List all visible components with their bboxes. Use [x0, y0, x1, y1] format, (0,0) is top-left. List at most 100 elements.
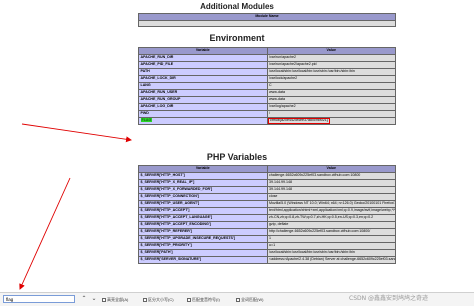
env-row: PWD / — [138, 110, 396, 118]
php-row: $_SERVER['PATH']/usr/local/sbin:/usr/loc… — [138, 249, 396, 257]
env-row: LANG C — [138, 82, 396, 90]
env-variable-name: APACHE_RUN_USER — [138, 89, 268, 97]
environment-heading: Environment — [209, 33, 265, 43]
php-variable-name: $_SERVER['HTTP_REFERER'] — [138, 228, 268, 236]
highlight-all-option[interactable]: 高亮全部(A) — [102, 297, 128, 303]
env-variable-name: APACHE_LOG_DIR — [138, 103, 268, 111]
php-row: $_SERVER['SERVER_SIGNATURE'] <address>Apa… — [138, 256, 396, 264]
php-row: $_SERVER['HTTP_ACCEPT'] text/html,applica… — [138, 207, 396, 215]
php-variable-value: /usr/local/sbin:/usr/local/bin:/usr/sbin… — [266, 249, 396, 257]
php-variable-value: zh-CN,zh;q=0.8,zh-TW;q=0.7,zh-HK;q=0.5,e… — [266, 214, 396, 222]
php-variable-name: $_SERVER['HTTP_USER_AGENT'] — [138, 200, 268, 208]
php-variable-name: $_SERVER['HTTP_ACCEPT_ENCODING'] — [138, 221, 268, 229]
php-row: $_SERVER['HTTP_CONNECTION'] close — [138, 193, 396, 201]
whole-words-option[interactable]: 全词匹配(W) — [236, 297, 263, 303]
env-variable-name: PATH — [138, 68, 268, 76]
highlight-all-label: 高亮全部(A) — [107, 297, 129, 302]
php-value-header: Value — [266, 165, 396, 173]
env-row: APACHE_PID_FILE/var/run/apache2/apache2.… — [138, 61, 396, 69]
env-variable-name: FLAG — [138, 117, 268, 125]
php-row: $_SERVER['HTTP_UPGRADE_INSECURE_REQUESTS… — [138, 235, 396, 243]
env-row: FLAG ctfhub{a20e4425f4ee37a80c96f021} — [138, 117, 396, 125]
env-variable-value: /var/log/apache2 — [266, 103, 396, 111]
match-case-option[interactable]: 区分大小写(C) — [143, 297, 174, 303]
match-case-checkbox[interactable] — [143, 298, 147, 302]
env-variable-value: / — [266, 110, 396, 118]
env-variable-header: Variable — [138, 47, 268, 55]
env-row: APACHE_LOG_DIR/var/log/apache2 — [138, 103, 396, 111]
arrow-to-flag — [21, 123, 132, 143]
env-variable-name: APACHE_RUN_DIR — [138, 54, 268, 62]
php-variable-header: Variable — [138, 165, 268, 173]
environment-table: Variable Value APACHE_RUN_DIR/var/run/ap… — [138, 47, 396, 125]
match-case-label: 区分大小写(C) — [148, 297, 174, 302]
php-variable-value: gzip, deflate — [266, 221, 396, 229]
php-variable-name: $_SERVER['HTTP_CONNECTION'] — [138, 193, 268, 201]
module-name-cell — [138, 20, 396, 27]
env-row: APACHE_LOCK_DIR/var/lock/apache2 — [138, 75, 396, 83]
php-variable-value: 1 — [266, 235, 396, 243]
php-variable-name: $_SERVER['HTTP_ACCEPT_LANGUAGE'] — [138, 214, 268, 222]
php-row: $_SERVER['HTTP_ACCEPT_ENCODING'] gzip, de… — [138, 221, 396, 229]
chevron-up-icon[interactable]: ⌃ — [80, 295, 88, 303]
php-variable-value: close — [266, 193, 396, 201]
php-variable-name: $_SERVER['HTTP_HOST'] — [138, 172, 268, 180]
env-value-header: Value — [266, 47, 396, 55]
php-variable-value: 39.144.99.148 — [266, 179, 396, 187]
php-variable-value: 39.144.99.148 — [266, 186, 396, 194]
php-row: $_SERVER['HTTP_ACCEPT_LANGUAGE'] zh-CN,zh… — [138, 214, 396, 222]
env-variable-name: APACHE_PID_FILE — [138, 61, 268, 69]
highlight-all-checkbox[interactable] — [102, 298, 106, 302]
php-variable-name: $_SERVER['HTTP_X_REAL_IP'] — [138, 179, 268, 187]
env-variable-value: C — [266, 82, 396, 90]
env-row: APACHE_RUN_GROUP www-data — [138, 96, 396, 104]
env-variable-name: APACHE_LOCK_DIR — [138, 75, 268, 83]
php-row: $_SERVER['HTTP_USER_AGENT'] Mozilla/5.0 (… — [138, 200, 396, 208]
whole-words-checkbox[interactable] — [236, 298, 240, 302]
env-variable-value: ctfhub{a20e4425f4ee37a80c96f021} — [266, 117, 396, 125]
php-variable-name: $_SERVER['HTTP_ACCEPT'] — [138, 207, 268, 215]
module-name-header: Module Name — [138, 13, 396, 21]
env-row: PATH/usr/local/sbin:/usr/local/bin:/usr/… — [138, 68, 396, 76]
php-variable-value: challenge-6652c609c225ef03.sandbox.ctfhu… — [266, 172, 396, 180]
env-variable-name: LANG — [138, 82, 268, 90]
modules-table: Module Name — [138, 13, 396, 27]
env-variable-value: /usr/local/sbin:/usr/local/bin:/usr/sbin… — [266, 68, 396, 76]
env-row: APACHE_RUN_USER www-data — [138, 89, 396, 97]
watermark: CSDN @鑫鑫安到鸠鸠之奇迹 — [349, 295, 429, 302]
match-diacritics-option[interactable]: 匹配变音符号(I) — [187, 297, 220, 303]
php-variable-value: http://challenge-6652c609c225ef03.sandbo… — [266, 228, 396, 236]
php-row: $_SERVER['HTTP_X_REAL_IP'] 39.144.99.148 — [138, 179, 396, 187]
php-variable-value: Mozilla/5.0 (Windows NT 10.0; Win64; x64… — [266, 200, 396, 208]
match-diacritics-checkbox[interactable] — [187, 298, 191, 302]
php-row: $_SERVER['HTTP_HOST'] challenge-6652c609c… — [138, 172, 396, 180]
php-variable-name: $_SERVER['SERVER_SIGNATURE'] — [138, 256, 268, 264]
whole-words-label: 全词匹配(W) — [241, 297, 264, 302]
php-variable-name: $_SERVER['PATH'] — [138, 249, 268, 257]
php-variable-value: text/html,application/xhtml+xml,applicat… — [266, 207, 396, 215]
flag-value-box: ctfhub{a20e4425f4ee37a80c96f021} — [268, 118, 330, 124]
php-variable-name: $_SERVER['HTTP_X_FORWARDED_FOR'] — [138, 186, 268, 194]
chevron-down-icon[interactable]: ⌄ — [90, 295, 98, 303]
env-variable-name: PWD — [138, 110, 268, 118]
flag-highlight: FLAG — [140, 118, 153, 123]
php-row: $_SERVER['HTTP_PRIORITY'] u=1 — [138, 242, 396, 250]
env-row: APACHE_RUN_DIR/var/run/apache2 — [138, 54, 396, 62]
find-input[interactable]: flag — [3, 295, 75, 303]
env-variable-value: www-data — [266, 96, 396, 104]
env-variable-value: /var/run/apache2/apache2.pid — [266, 61, 396, 69]
php-row: $_SERVER['HTTP_X_FORWARDED_FOR'] 39.144.9… — [138, 186, 396, 194]
env-variable-name: APACHE_RUN_GROUP — [138, 96, 268, 104]
match-diacritics-label: 匹配变音符号(I) — [192, 297, 220, 302]
env-variable-value: /var/lock/apache2 — [266, 75, 396, 83]
php-variables-heading: PHP Variables — [206, 152, 268, 162]
php-variables-table: Variable Value $_SERVER['HTTP_HOST'] chal… — [138, 165, 396, 264]
php-variable-value: <address>Apache/2.4.38 (Debian) Server a… — [266, 256, 396, 264]
additional-modules-heading: Additional Modules — [200, 2, 274, 11]
env-variable-value: /var/run/apache2 — [266, 54, 396, 62]
php-variable-name: $_SERVER['HTTP_PRIORITY'] — [138, 242, 268, 250]
env-variable-value: www-data — [266, 89, 396, 97]
php-variable-value: u=1 — [266, 242, 396, 250]
php-row: $_SERVER['HTTP_REFERER'] http://challenge… — [138, 228, 396, 236]
arrow-to-search — [19, 177, 71, 290]
